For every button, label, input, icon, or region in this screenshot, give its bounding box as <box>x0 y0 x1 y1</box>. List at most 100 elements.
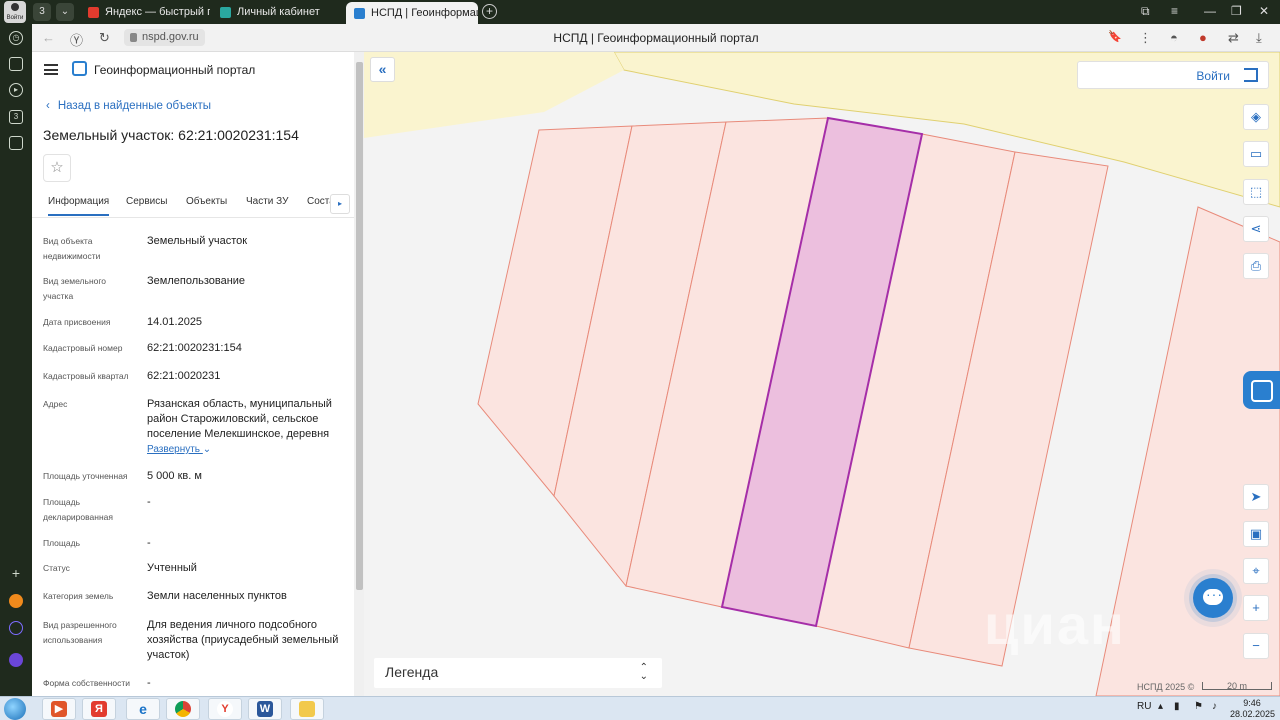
play-icon[interactable]: ▸ <box>9 83 23 97</box>
extension-icon[interactable]: ⋮ <box>1139 30 1152 46</box>
layers-icon[interactable]: ◈ <box>1243 104 1269 130</box>
field-value: Землепользование <box>147 275 246 287</box>
yandex-app[interactable]: Я <box>82 698 116 720</box>
network-icon[interactable]: ▮ <box>1174 701 1180 712</box>
tab-yandex[interactable]: Яндекс — быстрый поиск <box>80 2 210 22</box>
app-3-icon[interactable]: 3 <box>9 110 23 124</box>
cabinet-icon <box>220 6 231 18</box>
field-label: Форма собственности <box>43 678 130 688</box>
tray-arrow-icon[interactable]: ▴ <box>1158 701 1163 712</box>
feedback-badge-icon[interactable] <box>1243 371 1280 409</box>
back-to-results-link[interactable]: ‹ Назад в найденные объекты <box>46 100 211 112</box>
address-bar: ← Ⓨ ↻ nspd.gov.ru НСПД | Геоинформационн… <box>32 24 1280 52</box>
info-tabs: Информация Сервисы Объекты Части ЗУ Сост… <box>32 190 364 218</box>
weather-icon[interactable] <box>9 594 23 608</box>
tab-count-button[interactable]: 3 <box>33 3 51 21</box>
map-scale: 20 m <box>1202 682 1272 691</box>
zoom-in-icon[interactable]: + <box>1243 595 1269 621</box>
tab-personal-cabinet[interactable]: Личный кабинет <box>212 2 342 22</box>
chrome-app[interactable] <box>166 698 200 720</box>
geo-pin-icon[interactable]: ⌖ <box>1243 558 1269 584</box>
restore-icon[interactable]: ❐ <box>1231 4 1242 18</box>
chrome-icon <box>175 701 191 718</box>
tabs-dropdown-chevron-icon[interactable]: ⌄ <box>56 3 74 21</box>
avatar-icon[interactable]: ● <box>1199 30 1207 45</box>
tab-information[interactable]: Информация <box>48 196 110 216</box>
folder-icon <box>299 701 315 718</box>
back-arrow-icon[interactable]: ← <box>42 30 55 45</box>
ie-app[interactable]: e <box>126 698 160 720</box>
ie-icon: e <box>139 701 147 718</box>
ruler-icon[interactable]: ▭ <box>1243 141 1269 167</box>
page-title: НСПД | Геоинформационный портал <box>553 31 759 45</box>
menu-burger-icon[interactable] <box>44 64 58 75</box>
new-tab-plus-icon[interactable]: + <box>482 4 497 19</box>
favorite-star-icon[interactable]: ☆ <box>43 154 71 182</box>
translate-icon[interactable]: ⇄ <box>1228 30 1239 46</box>
start-button[interactable] <box>4 698 26 720</box>
lang-indicator[interactable]: RU <box>1137 701 1151 712</box>
minimize-icon[interactable]: — <box>1204 4 1216 18</box>
portal-title: Геоинформационный портал <box>94 63 256 77</box>
legend-dropdown[interactable]: Легенда ⌃ ⌄ <box>374 658 662 688</box>
nspd-icon <box>354 7 365 19</box>
share-icon[interactable]: ⋖ <box>1243 216 1269 242</box>
field-value: 14.01.2025 <box>147 316 203 328</box>
chat-button[interactable] <box>1193 578 1233 618</box>
add-panel-plus-icon[interactable]: + <box>9 566 23 582</box>
tabs-scroll-right-icon[interactable]: ▸ <box>330 194 350 214</box>
select-area-icon[interactable]: ⬚ <box>1243 179 1269 205</box>
assistant-icon[interactable] <box>9 653 23 667</box>
yandex-browser-app[interactable]: Y <box>208 698 242 720</box>
yandex-search-icon[interactable]: Ⓨ <box>70 30 83 49</box>
media-player-app[interactable]: ▶ <box>42 698 76 720</box>
url-field[interactable]: nspd.gov.ru <box>124 29 205 46</box>
login-button[interactable]: Войти <box>1077 61 1269 89</box>
tab-services[interactable]: Сервисы <box>126 196 167 207</box>
tab-nspd[interactable]: НСПД | Геоинформаци ✕ <box>346 2 478 24</box>
field-value: - <box>147 496 151 508</box>
collapse-panel-icon[interactable]: « <box>370 57 395 82</box>
flag-icon[interactable]: ⚑ <box>1194 701 1203 712</box>
collections-icon[interactable]: ⧉ <box>1141 4 1150 19</box>
word-app[interactable]: W <box>248 698 282 720</box>
history-icon[interactable]: ◷ <box>9 31 23 45</box>
field-value: 62:21:0020231:154 <box>147 342 242 354</box>
minimap-icon[interactable]: ▣ <box>1243 521 1269 547</box>
clock[interactable]: 9:46 28.02.2025 <box>1230 698 1275 720</box>
close-window-icon[interactable]: ✕ <box>1259 4 1269 18</box>
chevron-down-icon: ⌄ <box>202 444 212 455</box>
field-label: Дата присвоения <box>43 317 111 327</box>
download-icon[interactable]: ⤓ <box>1256 30 1262 46</box>
profile-button[interactable]: Войти <box>4 1 26 23</box>
tab-parts[interactable]: Части ЗУ <box>246 196 288 207</box>
field-value: 5 000 кв. м <box>147 470 202 482</box>
field-value: Земельный участок <box>147 235 248 247</box>
yandex-icon <box>88 6 99 18</box>
bookmark-icon[interactable]: 🔖 <box>1108 30 1122 43</box>
browser-tab-bar: Войти 3 ⌄ Яндекс — быстрый поиск Личный … <box>0 0 1280 24</box>
tab-objects[interactable]: Объекты <box>186 196 227 207</box>
field-label: Вид земельного участка <box>43 276 107 301</box>
volume-icon[interactable]: ♪ <box>1212 701 1217 712</box>
map-canvas[interactable]: циан <box>364 52 1280 696</box>
field-label: Площадь <box>43 538 81 548</box>
print-icon[interactable]: ⎙ <box>1243 253 1269 279</box>
yandex-browser-icon: Y <box>217 701 233 718</box>
explorer-app[interactable] <box>290 698 324 720</box>
windows-taskbar: ▶ Я e Y W RU ▴ ▮ ⚑ ♪ 9:46 28.02.2025 <box>0 696 1280 720</box>
alice-icon[interactable] <box>9 621 23 635</box>
media-icon[interactable] <box>9 136 23 150</box>
reload-icon[interactable]: ↻ <box>99 30 110 46</box>
info-panel: Геоинформационный портал ‹ Назад в найден… <box>32 52 364 696</box>
menu-icon[interactable]: ≡ <box>1171 4 1178 18</box>
notes-icon[interactable] <box>9 57 23 71</box>
expand-address-link[interactable]: Развернуть ⌄ <box>147 444 211 455</box>
panel-scrollbar-thumb[interactable] <box>356 62 363 590</box>
locate-me-icon[interactable]: ➤ <box>1243 484 1269 510</box>
portal-logo-icon <box>72 61 87 76</box>
vpn-icon[interactable]: ◓ <box>1170 30 1178 45</box>
field-label: Вид разрешенного использования <box>43 620 117 645</box>
settlement-zone-left <box>364 52 624 138</box>
zoom-out-icon[interactable]: − <box>1243 633 1269 659</box>
